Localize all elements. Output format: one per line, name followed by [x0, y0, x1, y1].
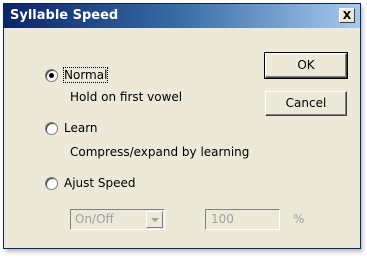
chevron-down-icon[interactable] [146, 211, 163, 228]
radio-normal[interactable]: Normal [45, 66, 109, 84]
speed-mode-select[interactable]: On/Off [70, 209, 165, 230]
percent-unit-label: % [293, 212, 305, 226]
learn-description: Compress/expand by learning [70, 145, 250, 159]
speed-mode-value: On/Off [75, 212, 114, 226]
radio-learn-label[interactable]: Learn [64, 121, 98, 135]
radio-learn[interactable]: Learn [45, 119, 98, 137]
title-bar[interactable]: Syllable Speed X [4, 4, 360, 28]
speed-value-input[interactable]: 100 [205, 209, 280, 230]
radio-adjust-speed-label[interactable]: Ajust Speed [64, 176, 136, 190]
radio-normal-button[interactable] [45, 68, 58, 82]
radio-adjust-speed-button[interactable] [45, 176, 58, 190]
close-icon: X [342, 9, 352, 22]
cancel-button[interactable]: Cancel [265, 91, 347, 116]
ok-button[interactable]: OK [264, 52, 348, 79]
dialog-title: Syllable Speed [10, 8, 119, 23]
normal-description: Hold on first vowel [70, 90, 183, 104]
syllable-speed-dialog: Syllable Speed X Normal Hold on first vo… [3, 3, 361, 249]
radio-normal-label[interactable]: Normal [62, 67, 109, 83]
radio-learn-button[interactable] [45, 121, 58, 135]
close-button[interactable]: X [339, 8, 355, 23]
radio-adjust-speed[interactable]: Ajust Speed [45, 174, 136, 192]
